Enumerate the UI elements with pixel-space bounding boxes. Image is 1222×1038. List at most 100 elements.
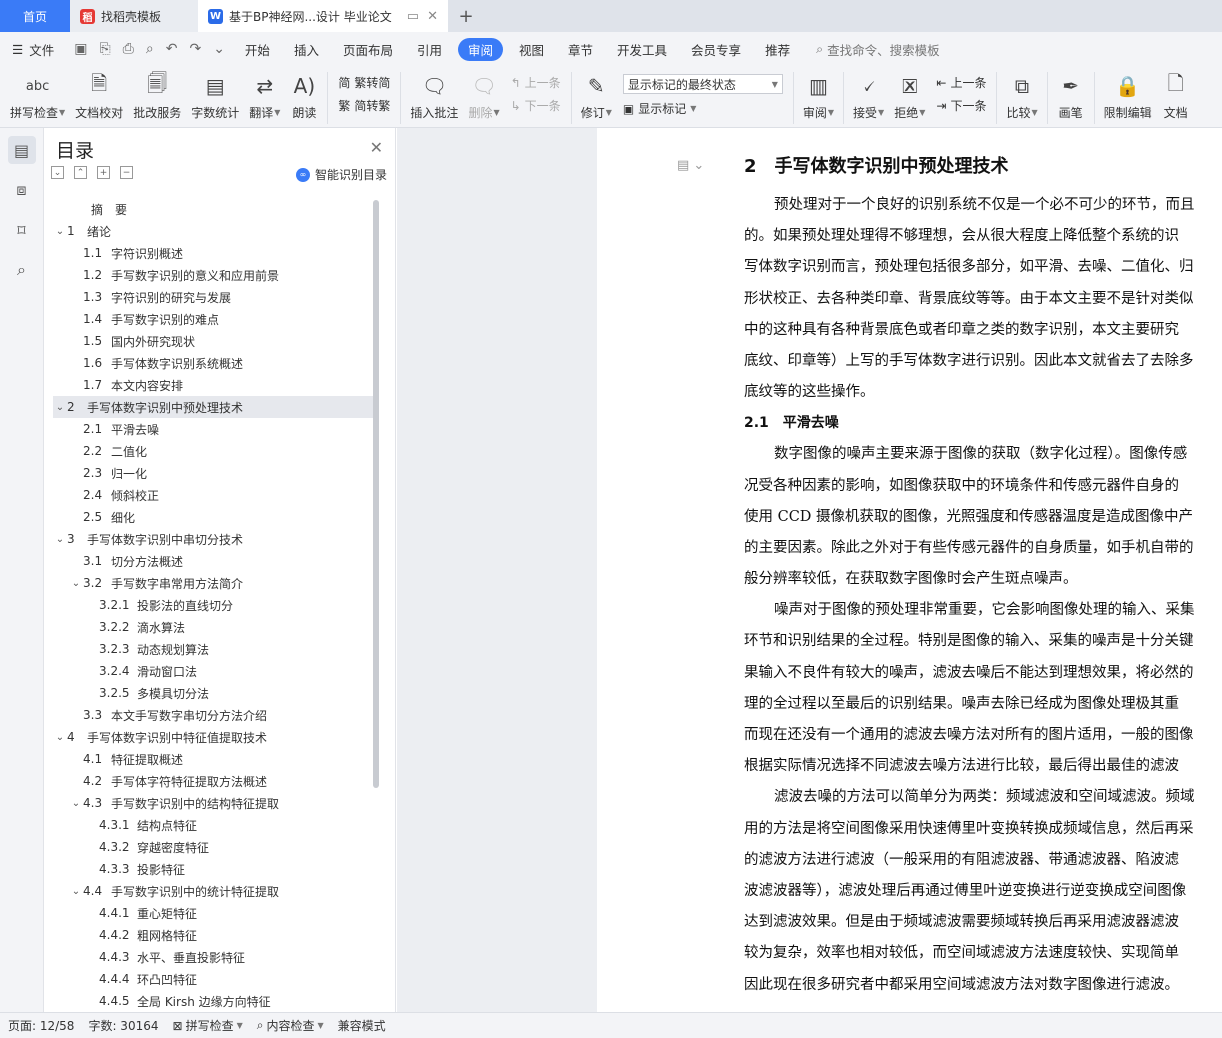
word-count-button[interactable]: ▤ 字数统计 <box>186 72 244 121</box>
menu-layout[interactable]: 页面布局 <box>331 40 405 59</box>
toc-item[interactable]: 1.1 字符识别概述 <box>53 242 373 264</box>
chevron-down-icon[interactable]: ⌄ <box>53 402 67 413</box>
tab-templates[interactable]: 稻 找稻壳模板 <box>70 0 198 32</box>
toc-item[interactable]: 4.4.2 粗网格特征 <box>53 924 373 946</box>
menu-member[interactable]: 会员专享 <box>679 40 753 59</box>
close-icon[interactable]: ✕ <box>370 138 383 157</box>
chevron-down-icon[interactable]: ⌄ <box>69 578 83 589</box>
toc-item[interactable]: 4.1 特征提取概述 <box>53 748 373 770</box>
toc-item[interactable]: 1.6 手写体数字识别系统概述 <box>53 352 373 374</box>
spell-check-button[interactable]: abc 拼写检查 ▼ <box>0 72 70 121</box>
toc-item[interactable]: ⌄ 3 手写体数字识别中串切分技术 <box>53 528 373 550</box>
tab-document[interactable]: W 基于BP神经网...设计 毕业论文 ▭ ✕ <box>198 0 448 32</box>
toc-item[interactable]: 3.1 切分方法概述 <box>53 550 373 572</box>
toc-item[interactable]: 2.5 细化 <box>53 506 373 528</box>
toc-item[interactable]: ⌄ 2 手写体数字识别中预处理技术 <box>53 396 373 418</box>
expand-all-icon[interactable]: ⌃ <box>74 166 87 179</box>
status-spell-check[interactable]: ⊠ 拼写检查 ▼ <box>173 1017 243 1034</box>
toc-item[interactable]: 3.2.3 动态规划算法 <box>53 638 373 660</box>
menu-start[interactable]: 开始 <box>233 40 282 59</box>
toc-item[interactable]: 摘 要 <box>53 198 373 220</box>
preview-icon[interactable]: ⌕ <box>146 41 154 57</box>
toc-item[interactable]: 4.4.5 全局 Kirsh 边缘方向特征 <box>53 990 373 1012</box>
smart-toc-button[interactable]: ∞ 智能识别目录 <box>295 166 387 183</box>
read-aloud-button[interactable]: A) 朗读 <box>285 72 323 121</box>
compare-button[interactable]: ⧉ 比较 ▼ <box>1001 72 1042 121</box>
search-icon[interactable]: ⌕ <box>8 256 36 284</box>
toc-item[interactable]: ⌄ 4.4 手写数字识别中的统计特征提取 <box>53 880 373 902</box>
menu-review[interactable]: 审阅 <box>457 37 503 61</box>
document-body[interactable]: 2 手写体数字识别中预处理技术 预处理对于一个良好的识别系统不仅是一个必不可少的… <box>744 154 1222 1001</box>
more-icon[interactable]: ⌄ <box>213 41 225 57</box>
toc-item[interactable]: 3.2.2 滴水算法 <box>53 616 373 638</box>
print-icon[interactable]: ⎙ <box>123 41 134 57</box>
trad-to-simp-button[interactable]: 简繁转简 <box>338 74 390 91</box>
display-state-select[interactable]: 显示标记的最终状态 ▼ <box>622 74 783 94</box>
status-content-check[interactable]: ⌕ 内容检查 ▼ <box>257 1017 324 1034</box>
delete-comment-button[interactable]: 🗨 删除 ▼ <box>463 72 504 121</box>
file-menu-button[interactable]: ☰ 文件 <box>0 40 66 59</box>
toc-item[interactable]: 3.3 本文手写数字串切分方法介绍 <box>53 704 373 726</box>
menu-recommend[interactable]: 推荐 <box>753 40 802 59</box>
menu-chapter[interactable]: 章节 <box>556 40 605 59</box>
add-heading-icon[interactable]: + <box>97 166 110 179</box>
accept-button[interactable]: 🗸 接受 ▼ <box>848 72 889 121</box>
toc-item[interactable]: 2.1 平滑去噪 <box>53 418 373 440</box>
next-comment-button[interactable]: ↳ 下一条 <box>511 97 561 114</box>
toc-item[interactable]: 4.3.3 投影特征 <box>53 858 373 880</box>
export-pdf-icon[interactable]: ⎘ <box>99 41 110 57</box>
new-tab-button[interactable]: + <box>448 0 484 32</box>
reject-button[interactable]: 🗷 拒绝 ▼ <box>889 72 930 121</box>
toc-item[interactable]: ⌄ 4.3 手写数字识别中的结构特征提取 <box>53 792 373 814</box>
toc-item[interactable]: ⌄ 3.2 手写数字串常用方法简介 <box>53 572 373 594</box>
translate-button[interactable]: ⇄ 翻译 ▼ <box>244 72 285 121</box>
collapse-all-icon[interactable]: ⌄ <box>51 166 64 179</box>
toc-item[interactable]: 2.4 倾斜校正 <box>53 484 373 506</box>
page-indicator[interactable]: 页面: 12/58 <box>8 1017 74 1034</box>
tab-home[interactable]: 首页 <box>0 0 70 32</box>
toc-scrollbar[interactable] <box>373 200 379 788</box>
tab-close-icon[interactable]: ✕ <box>427 9 438 24</box>
chevron-down-icon[interactable]: ⌄ <box>53 534 67 545</box>
restrict-edit-button[interactable]: 🔒 限制编辑 <box>1099 72 1157 121</box>
document-button[interactable]: 🗋 文档 <box>1157 71 1195 121</box>
proofread-button[interactable]: 🗎 文档校对 <box>70 71 128 121</box>
chevron-down-icon[interactable]: ⌄ <box>53 226 67 237</box>
menu-reference[interactable]: 引用 <box>405 40 454 59</box>
toc-item[interactable]: 4.3.2 穿越密度特征 <box>53 836 373 858</box>
toc-item[interactable]: 2.2 二值化 <box>53 440 373 462</box>
prev-comment-button[interactable]: ↰ 上一条 <box>511 74 561 91</box>
show-markup-button[interactable]: ▣ 显示标记 ▼ <box>623 100 783 117</box>
toc-item[interactable]: 3.2.4 滑动窗口法 <box>53 660 373 682</box>
redo-icon[interactable]: ↷ <box>189 41 201 57</box>
remove-heading-icon[interactable]: − <box>120 166 133 179</box>
toc-item[interactable]: 1.7 本文内容安排 <box>53 374 373 396</box>
toc-item[interactable]: 2.3 归一化 <box>53 462 373 484</box>
toc-item[interactable]: 1.3 字符识别的研究与发展 <box>53 286 373 308</box>
chapter-nav-icon[interactable]: ⧈ <box>8 176 36 204</box>
track-changes-button[interactable]: ✎ 修订 ▼ <box>576 72 617 121</box>
toc-item[interactable]: 4.4.4 环凸凹特征 <box>53 968 373 990</box>
menu-devtools[interactable]: 开发工具 <box>605 40 679 59</box>
chevron-down-icon[interactable]: ⌄ <box>53 732 67 743</box>
command-search[interactable]: ⌕ 查找命令、搜索模板 <box>802 40 940 59</box>
toc-item[interactable]: 1.5 国内外研究现状 <box>53 330 373 352</box>
toc-item[interactable]: 3.2.1 投影法的直线切分 <box>53 594 373 616</box>
toc-item[interactable]: 1.4 手写数字识别的难点 <box>53 308 373 330</box>
chevron-down-icon[interactable]: ⌄ <box>69 886 83 897</box>
toc-item[interactable]: 4.3.1 结构点特征 <box>53 814 373 836</box>
toc-item[interactable]: ⌄ 1 绪论 <box>53 220 373 242</box>
toc-item[interactable]: 3.2.5 多模具切分法 <box>53 682 373 704</box>
toc-item[interactable]: ⌄ 4 手写体数字识别中特征值提取技术 <box>53 726 373 748</box>
chevron-down-icon[interactable]: ⌄ <box>69 798 83 809</box>
page-menu-icon[interactable]: ▤ ⌄ <box>677 158 704 173</box>
save-icon[interactable]: ▣ <box>74 41 87 57</box>
toc-icon[interactable]: ▤ <box>7 136 36 164</box>
undo-icon[interactable]: ↶ <box>166 41 178 57</box>
word-count-indicator[interactable]: 字数: 30164 <box>88 1017 158 1034</box>
tab-pin-icon[interactable]: ▭ <box>407 9 419 24</box>
toc-item[interactable]: 4.4.1 重心矩特征 <box>53 902 373 924</box>
menu-insert[interactable]: 插入 <box>282 40 331 59</box>
simp-to-trad-button[interactable]: 繁简转繁 <box>338 97 390 114</box>
document-page[interactable]: ▤ ⌄ 2 手写体数字识别中预处理技术 预处理对于一个良好的识别系统不仅是一个必… <box>597 128 1222 1012</box>
